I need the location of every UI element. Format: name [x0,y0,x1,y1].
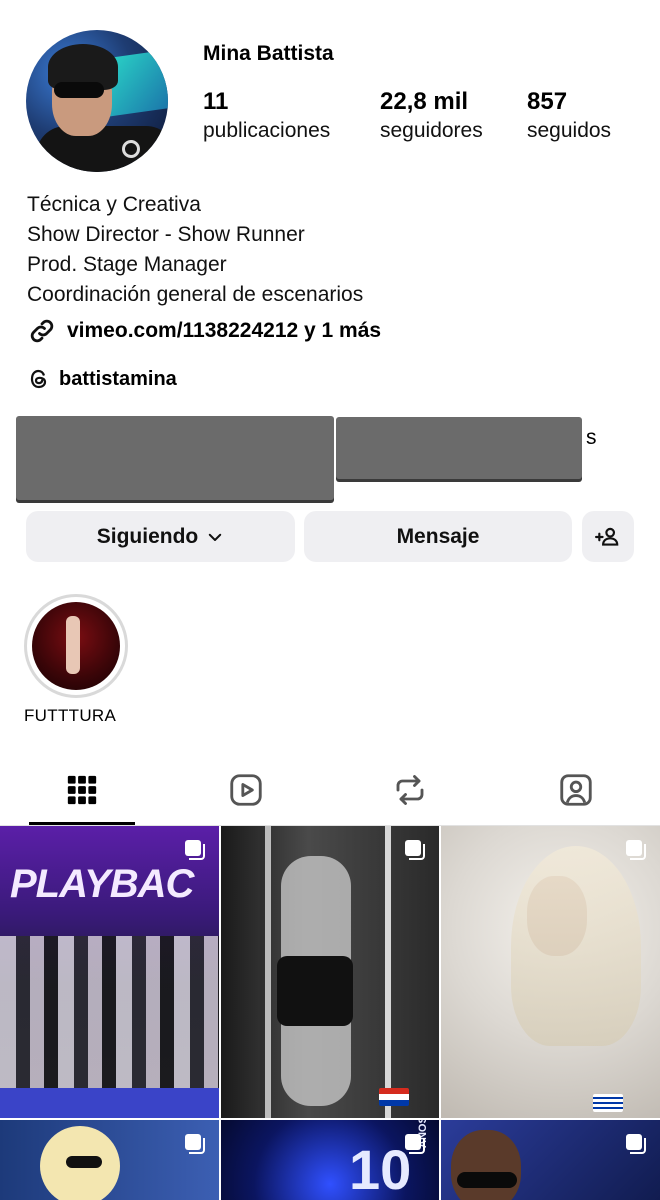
post-face [451,1130,521,1200]
post-glasses [66,1156,102,1168]
threads-handle: battistamina [59,367,177,390]
post-thumbnail[interactable]: PLAYBAC [0,826,219,1118]
bio-line: Prod. Stage Manager [27,253,227,276]
tab-reels[interactable] [224,768,268,812]
threads-icon [30,369,47,389]
reposts-icon [396,775,424,805]
uruguay-flag [593,1094,623,1112]
multiple-posts-icon [185,840,205,860]
post-figure-outfit [277,956,353,1026]
chevron-down-icon [209,533,222,541]
tab-reposts[interactable] [388,768,432,812]
multiple-posts-icon [626,1134,646,1154]
following-button[interactable]: Siguiendo [26,511,295,562]
profile-avatar[interactable] [26,30,168,172]
stat-following-label: seguidos [527,119,612,142]
add-person-icon [595,527,619,546]
post-thumbnail[interactable] [441,1120,660,1200]
story-figure [66,616,80,674]
grid-icon [67,775,97,805]
story-highlight-cover [32,602,120,690]
profile-link-text: vimeo.com/1138224212 y 1 más [67,319,382,342]
story-highlight[interactable] [24,594,128,698]
bio-line: Técnica y Creativa [27,193,201,216]
stat-followers-value: 22,8 mil [380,88,469,115]
post-pole [385,826,391,1118]
stat-followers-label: seguidores [380,119,483,142]
post-hair [511,846,641,1046]
post-stage-floor [0,1088,219,1118]
bio-line: Coordinación general de escenarios [27,283,364,306]
post-crowd [0,936,219,1096]
tagged-icon [560,774,592,806]
message-button[interactable]: Mensaje [304,511,572,562]
redaction-block [16,416,334,500]
suggest-users-button[interactable] [582,511,634,562]
multiple-posts-icon [405,1134,425,1154]
paraguay-flag [379,1088,409,1106]
post-caption-text: PLAYBAC [10,862,194,906]
profile-name: Mina Battista [203,42,334,65]
multiple-posts-icon [405,840,425,860]
link-icon [30,319,54,343]
message-button-label: Mensaje [396,524,480,548]
stat-followers[interactable]: 22,8 mil seguidores [380,88,483,146]
post-thumbnail[interactable] [0,1120,219,1200]
multiple-posts-icon [185,1134,205,1154]
bio-line: Show Director - Show Runner [27,223,305,246]
avatar-glasses [54,82,104,98]
stat-following[interactable]: 857 seguidos [527,88,611,146]
stat-posts[interactable]: 11 publicaciones [203,88,330,146]
redacted-text-tail: s [586,426,597,449]
post-big-number: 10 [349,1138,412,1200]
profile-link[interactable]: vimeo.com/1138224212 y 1 más [27,316,381,346]
redaction-block [336,417,582,479]
profile-bio: Técnica y Creativa Show Director - Show … [27,190,363,310]
tab-tagged[interactable] [554,768,598,812]
post-glasses [457,1172,517,1188]
tab-grid[interactable] [60,768,104,812]
story-highlight-label: FUTTTURA [24,706,117,725]
following-button-label: Siguiendo [96,524,199,548]
stat-posts-value: 11 [203,88,229,115]
post-thumbnail[interactable] [441,826,660,1118]
threads-badge[interactable]: battistamina [27,367,177,391]
avatar-shirt-logo [122,140,140,158]
stat-posts-label: publicaciones [203,119,331,142]
stat-following-value: 857 [527,88,568,115]
reels-icon [230,774,262,806]
multiple-posts-icon [626,840,646,860]
avatar-shirt [36,126,168,172]
post-thumbnail[interactable]: 10 AÑOS [221,1120,439,1200]
post-pole [265,826,271,1118]
post-thumbnail[interactable] [221,826,439,1118]
